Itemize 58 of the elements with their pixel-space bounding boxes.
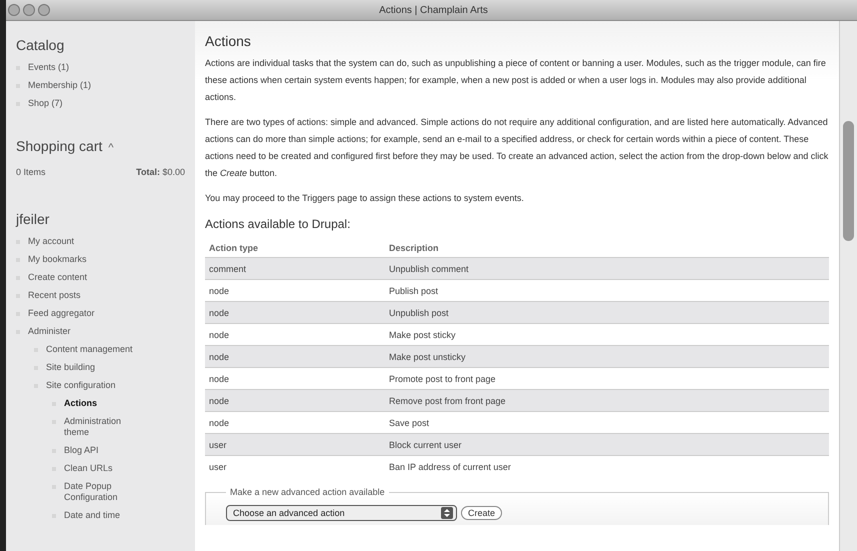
table-cell: Save post	[385, 412, 829, 434]
table-cell: Unpublish comment	[385, 258, 829, 280]
table-cell: Make post sticky	[385, 324, 829, 346]
nav-link[interactable]: Content management	[46, 344, 133, 354]
nav-link[interactable]: Administer	[28, 326, 71, 336]
window-title: Actions | Champlain Arts	[379, 4, 489, 16]
action-dropdown[interactable]: Choose an advanced action	[226, 505, 457, 521]
column-header: Action type	[205, 239, 385, 258]
table-cell: node	[205, 346, 385, 368]
table-cell: node	[205, 390, 385, 412]
nav-link[interactable]: Clean URLs	[64, 462, 113, 474]
block-title: Catalog	[16, 37, 66, 53]
nav-link[interactable]: Recent posts	[28, 290, 81, 300]
nav-link[interactable]: Administration theme	[64, 416, 134, 438]
scrollbar[interactable]	[839, 21, 857, 551]
paragraph: There are two types of actions: simple and advanced. Simple actions do not require any additional configuration, and are listed here automatically. Advanced actions can do more than simple actions; for example, send an e-mail to a specified address, or check for certain words within a piece of content. These actions need to be created and configured first before they may be used. To create an advanced action, select the action from the drop-down below and click the Create button.	[205, 116, 829, 180]
collapse-toggle[interactable]: ^	[108, 142, 114, 154]
cart-total: Total: $0.00	[136, 167, 185, 177]
create-button[interactable]: Create	[461, 506, 502, 520]
nav-link[interactable]: My bookmarks	[28, 254, 87, 264]
table-cell: Publish post	[385, 280, 829, 302]
table-cell: node	[205, 324, 385, 346]
nav-link[interactable]: Create content	[28, 272, 88, 282]
table-cell: node	[205, 368, 385, 390]
block-title: jfeiler	[16, 211, 50, 227]
table-cell: Unpublish post	[385, 302, 829, 324]
nav-link[interactable]: Membership (1)	[28, 80, 92, 90]
table-cell: Promote post to front page	[385, 368, 829, 390]
nav-link[interactable]: Site configuration	[46, 380, 116, 390]
cart-items: 0 Items	[16, 167, 46, 177]
table-cell: comment	[205, 258, 385, 280]
nav-link[interactable]: Actions	[64, 398, 98, 408]
nav-link[interactable]: Blog API	[64, 444, 99, 456]
section-title: Actions available to Drupal:	[205, 217, 352, 231]
nav-link[interactable]: Events (1)	[28, 62, 70, 72]
table-cell: node	[205, 302, 385, 324]
nav-link[interactable]: Site building	[46, 362, 96, 372]
table-cell: user	[205, 434, 385, 456]
table-cell: Block current user	[385, 434, 829, 456]
block-title: Shopping cart	[16, 138, 102, 154]
zoom-button[interactable]	[38, 4, 50, 16]
minimize-button[interactable]	[23, 4, 35, 16]
paragraph: Actions are individual tasks that the system can do, such as unpublishing a piece of content or banning a user. Modules, such as the trigger module, can fire these actions when certain system events happen; for example, when a new post is added or when a user logs in. Modules may also provide additional actions.	[205, 57, 827, 104]
column-header: Description	[385, 239, 829, 258]
nav-link[interactable]: Date and time	[64, 510, 120, 520]
nav-link[interactable]: My account	[28, 236, 74, 246]
table-cell: node	[205, 412, 385, 434]
dropdown-arrows-icon	[441, 507, 453, 519]
table-cell: Remove post from front page	[385, 390, 829, 412]
page-title: Actions	[205, 33, 252, 49]
paragraph: You may proceed to the Triggers page to assign these actions to system events.	[205, 192, 525, 205]
nav-link[interactable]: Date Popup Configuration	[64, 480, 134, 502]
table-cell: node	[205, 280, 385, 302]
close-button[interactable]	[8, 4, 20, 16]
nav-link[interactable]: Feed aggregator	[28, 308, 95, 318]
fieldset-legend: Make a new advanced action available	[226, 487, 389, 497]
nav-link[interactable]: Shop (7)	[28, 98, 63, 108]
table-cell: Make post unsticky	[385, 346, 829, 368]
